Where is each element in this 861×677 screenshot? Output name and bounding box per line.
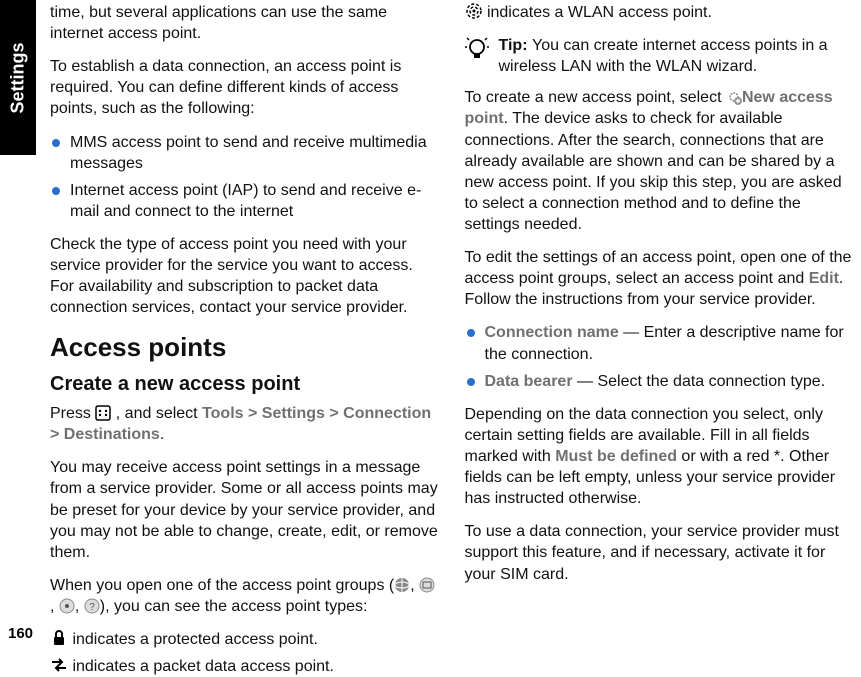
group-unknown-icon: ? [84, 598, 100, 614]
list-item: Internet access point (IAP) to send and … [50, 180, 439, 222]
paragraph: You may receive access point settings in… [50, 457, 439, 563]
legend-item: indicates a WLAN access point. [465, 2, 854, 23]
legend-item: indicates a packet data access point. [50, 656, 439, 677]
svg-text:?: ? [89, 602, 95, 613]
group-wap-icon [59, 598, 75, 614]
add-icon [726, 89, 742, 105]
paragraph: When you open one of the access point gr… [50, 575, 439, 617]
paragraph: To edit the settings of an access point,… [465, 247, 854, 310]
paragraph: Depending on the data connection you sel… [465, 404, 854, 510]
wlan-icon [465, 2, 483, 20]
group-globe-icon [394, 577, 410, 593]
page-number: 160 [8, 625, 33, 642]
list-item: MMS access point to send and receive mul… [50, 132, 439, 174]
group-mms-icon [419, 577, 435, 593]
paragraph: To use a data connection, your service p… [465, 521, 854, 584]
bullet-list: MMS access point to send and receive mul… [50, 132, 439, 222]
paragraph: time, but several applications can use t… [50, 2, 439, 44]
columns: time, but several applications can use t… [50, 0, 853, 650]
paragraph: Check the type of access point you need … [50, 234, 439, 318]
paragraph: To establish a data connection, an acces… [50, 56, 439, 119]
left-column: time, but several applications can use t… [50, 0, 439, 650]
home-key-icon [95, 405, 111, 421]
tip-block: Tip: You can create internet access poin… [465, 35, 854, 77]
lightbulb-icon [465, 37, 489, 77]
packet-data-icon [50, 656, 68, 674]
legend-item: indicates a protected access point. [50, 629, 439, 650]
lock-icon [50, 629, 68, 647]
heading-create-access-point: Create a new access point [50, 371, 439, 397]
right-column: indicates a WLAN access point. Tip: You … [465, 0, 854, 650]
paragraph: Press , and select Tools > Settings > Co… [50, 403, 439, 445]
side-tab-label: Settings [8, 42, 29, 113]
list-item: Connection name — Enter a descriptive na… [465, 322, 854, 364]
heading-access-points: Access points [50, 330, 439, 364]
paragraph: To create a new access point, select New… [465, 87, 854, 235]
bullet-list: Connection name — Enter a descriptive na… [465, 322, 854, 391]
side-tab: Settings [0, 0, 36, 155]
tip-label: Tip: [499, 37, 532, 54]
list-item: Data bearer — Select the data connection… [465, 371, 854, 392]
